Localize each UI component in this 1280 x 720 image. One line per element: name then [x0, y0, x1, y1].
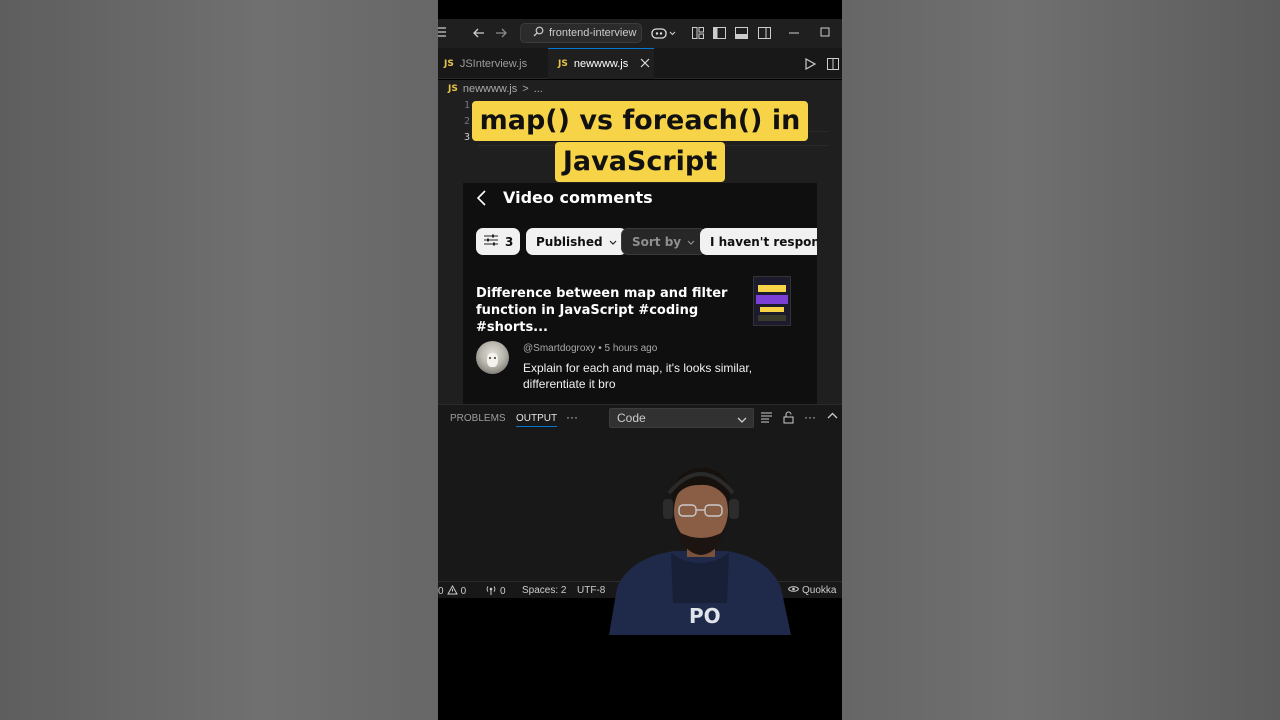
not-responded-label: I haven't responded — [710, 234, 817, 249]
copilot-icon[interactable] — [651, 26, 677, 40]
chevron-down-icon — [609, 235, 617, 249]
status-encoding[interactable]: UTF-8 — [577, 585, 605, 596]
meta-separator: • — [598, 343, 602, 354]
status-ports[interactable]: 0 — [485, 585, 506, 598]
breadcrumb-more[interactable]: ... — [534, 83, 543, 95]
minimize-icon[interactable] — [788, 27, 800, 39]
command-center-search[interactable]: frontend-interview — [520, 23, 642, 43]
maximize-icon[interactable] — [820, 27, 830, 37]
search-icon — [533, 26, 544, 40]
back-chevron-icon[interactable] — [476, 190, 488, 211]
js-file-icon: JS — [444, 58, 454, 69]
panel-more-icon[interactable]: ··· — [804, 410, 816, 424]
tab-output[interactable]: OUTPUT — [516, 413, 558, 427]
ports-count: 0 — [500, 586, 506, 597]
tab-problems[interactable]: PROBLEMS — [450, 413, 506, 424]
tab-jsinterview[interactable]: JS JSInterview.js — [438, 48, 546, 79]
comment-time: 5 hours ago — [604, 343, 658, 354]
breadcrumb: JS newwww.js > ... — [438, 80, 842, 98]
breadcrumb-separator: > — [522, 83, 529, 95]
published-chip[interactable]: Published — [526, 228, 627, 255]
toggle-panel-icon[interactable] — [735, 27, 748, 39]
blurred-background-left — [0, 0, 438, 720]
video-frame: frontend-interview JS JSInterview.js JS … — [438, 0, 842, 720]
published-label: Published — [536, 234, 603, 249]
layout-icon[interactable] — [692, 27, 704, 39]
menu-icon[interactable] — [438, 26, 446, 38]
back-arrow-icon[interactable] — [472, 26, 486, 40]
video-title-overlay-line1: map() vs foreach() in — [438, 101, 842, 141]
close-icon[interactable] — [640, 58, 650, 71]
chevron-down-icon — [687, 235, 695, 249]
svg-text:PO: PO — [689, 604, 721, 628]
tab-label: JSInterview.js — [459, 57, 528, 70]
status-problems[interactable]: 0 0 — [438, 584, 467, 598]
breadcrumb-file[interactable]: newwww.js — [463, 83, 517, 95]
warning-count: 0 — [460, 586, 467, 597]
video-thumbnail[interactable] — [753, 276, 791, 326]
filter-count: 3 — [505, 234, 514, 249]
editor-tab-bar: JS JSInterview.js JS newwww.js — [438, 48, 842, 79]
comment-meta: @Smartdogroxy • 5 hours ago — [523, 343, 657, 354]
panel-header: PROBLEMS OUTPUT ··· Code ··· — [438, 404, 842, 430]
tab-newwww[interactable]: JS newwww.js — [548, 48, 654, 79]
comments-title: Video comments — [503, 188, 653, 207]
video-comments-card: Video comments 3 Published Sort by I hav… — [463, 183, 817, 404]
sort-label: Sort by — [632, 234, 682, 249]
status-quokka[interactable]: Quokka — [787, 585, 837, 596]
output-channel-select[interactable]: Code — [609, 408, 754, 428]
avatar[interactable] — [476, 341, 509, 374]
split-editor-icon[interactable] — [827, 57, 839, 75]
filter-sliders-icon — [483, 234, 499, 249]
lock-icon[interactable] — [783, 411, 794, 427]
video-title-overlay-line2: JavaScript — [438, 142, 842, 182]
workspace-name: frontend-interview — [549, 27, 637, 39]
comment-author[interactable]: @Smartdogroxy — [523, 343, 595, 354]
warning-icon — [446, 584, 458, 598]
radio-tower-icon — [485, 585, 497, 598]
forward-arrow-icon[interactable] — [494, 26, 508, 40]
run-icon[interactable] — [804, 57, 817, 75]
video-title[interactable]: Difference between map and filter functi… — [476, 285, 741, 336]
status-indentation[interactable]: Spaces: 2 — [522, 585, 566, 596]
comment-text: Explain for each and map, it's looks sim… — [523, 361, 753, 391]
error-count: 0 — [438, 586, 444, 597]
vscode-titlebar: frontend-interview — [438, 19, 842, 48]
word-wrap-icon[interactable] — [760, 412, 773, 426]
more-actions-icon[interactable]: ··· — [566, 410, 578, 424]
filter-chip[interactable]: 3 — [476, 228, 520, 255]
tab-label: newwww.js — [573, 58, 629, 70]
quokka-label: Quokka — [802, 585, 837, 596]
js-file-icon: JS — [448, 84, 458, 94]
chevron-down-icon — [737, 413, 747, 427]
not-responded-chip[interactable]: I haven't responded — [700, 228, 817, 255]
presenter-webcam: PO — [609, 463, 791, 635]
blurred-background-right — [842, 0, 1280, 720]
chevron-up-icon[interactable] — [827, 412, 838, 423]
output-channel-value: Code — [617, 411, 646, 425]
js-file-icon: JS — [558, 59, 568, 69]
toggle-primary-sidebar-icon[interactable] — [713, 27, 726, 39]
toggle-secondary-sidebar-icon[interactable] — [758, 27, 771, 39]
sort-by-chip[interactable]: Sort by — [621, 228, 707, 255]
